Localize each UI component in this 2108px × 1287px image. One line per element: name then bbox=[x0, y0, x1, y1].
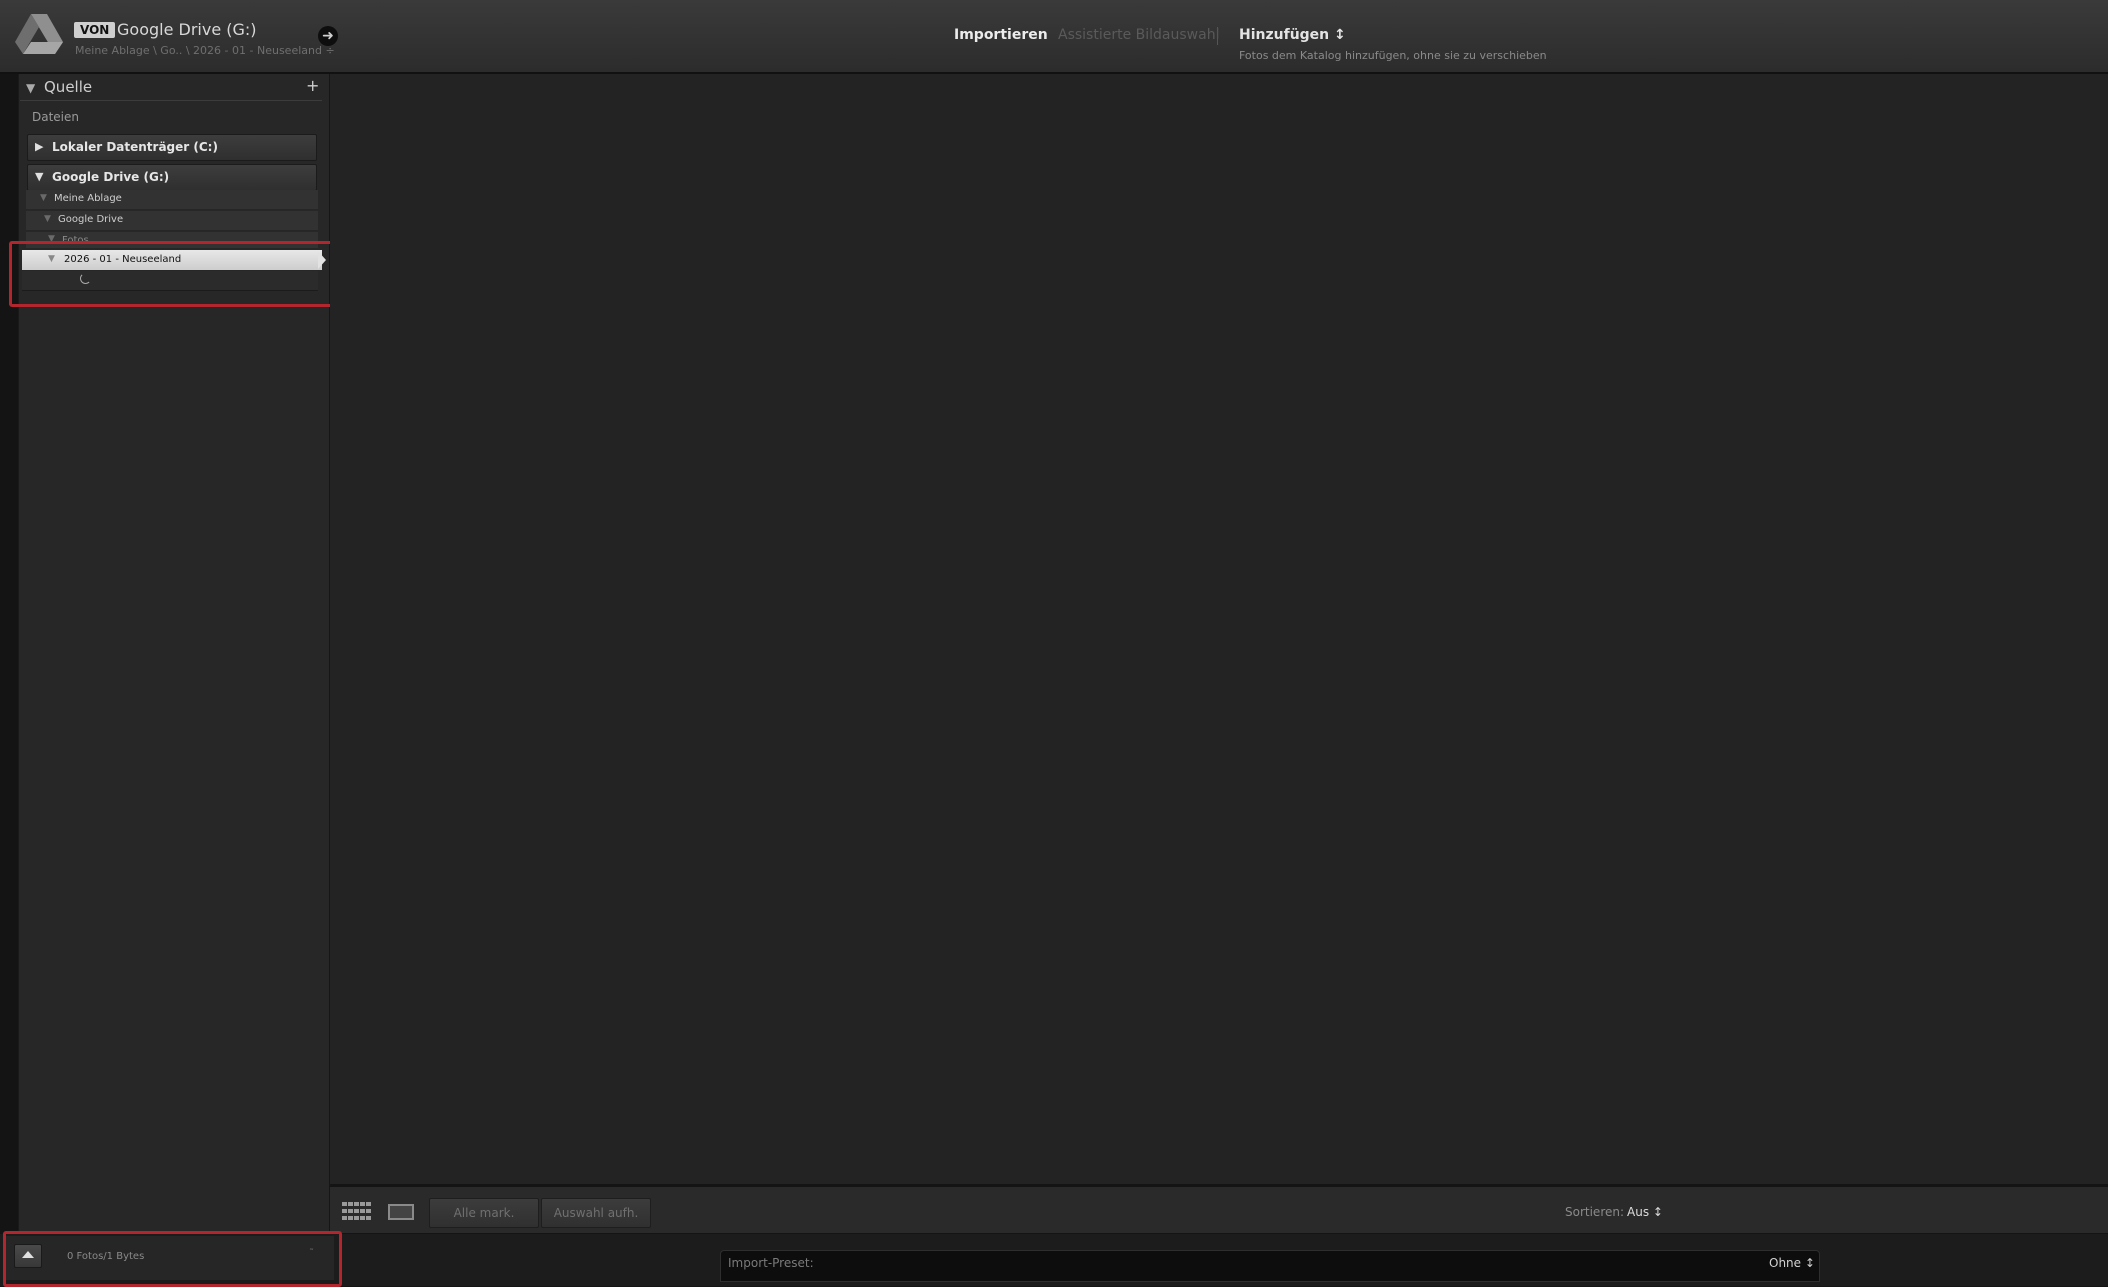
mode-divider bbox=[1217, 27, 1218, 45]
source-path[interactable]: Meine Ablage \ Go.. \ 2026 - 01 - Neusee… bbox=[75, 44, 335, 57]
top-bar bbox=[0, 0, 2108, 74]
divider bbox=[20, 100, 322, 101]
collapse-triangle-icon[interactable]: ▼ bbox=[44, 214, 51, 224]
mode-import[interactable]: Importieren bbox=[954, 27, 1048, 43]
mode-add-subtitle: Fotos dem Katalog hinzufügen, ohne sie z… bbox=[1239, 49, 1547, 62]
sort-dropdown[interactable]: Aus ↕ bbox=[1627, 1205, 1663, 1219]
mode-add-dropdown[interactable]: Hinzufügen ↕ bbox=[1239, 27, 1346, 43]
import-preset-label: Import-Preset: bbox=[728, 1256, 814, 1270]
volume-google-drive[interactable]: ▼ Google Drive (G:) bbox=[27, 164, 317, 191]
grid-view-icon[interactable] bbox=[342, 1202, 372, 1220]
google-drive-icon[interactable] bbox=[14, 12, 64, 56]
from-badge: VON bbox=[74, 22, 116, 38]
import-preset-bar bbox=[720, 1250, 1820, 1282]
volume-local-disk[interactable]: ▶ Lokaler Datenträger (C:) bbox=[27, 134, 317, 161]
arrow-right-icon[interactable]: ➜ bbox=[318, 26, 338, 46]
expand-triangle-icon[interactable]: ▶ bbox=[35, 140, 43, 153]
photo-grid-area[interactable] bbox=[330, 74, 2108, 1184]
deselect-button[interactable]: Auswahl aufh. bbox=[541, 1198, 651, 1228]
mode-assisted-selection[interactable]: Assistierte Bildauswahl bbox=[1058, 27, 1219, 43]
loupe-view-icon[interactable] bbox=[388, 1204, 414, 1220]
files-section-label: Dateien bbox=[32, 110, 80, 124]
folder-google-drive[interactable]: ▼ Google Drive bbox=[26, 211, 318, 231]
source-title[interactable]: Google Drive (G:) bbox=[117, 20, 257, 39]
sort-label: Sortieren: bbox=[1565, 1205, 1625, 1219]
collapse-triangle-icon[interactable]: ▼ bbox=[26, 81, 35, 95]
highlight-box-status bbox=[3, 1231, 342, 1287]
collapse-triangle-icon[interactable]: ▼ bbox=[40, 193, 47, 203]
panel-title[interactable]: Quelle bbox=[44, 78, 92, 96]
folder-label: Google Drive bbox=[58, 214, 124, 225]
collapse-triangle-icon[interactable]: ▼ bbox=[35, 170, 43, 183]
folder-meine-ablage[interactable]: ▼ Meine Ablage bbox=[26, 190, 318, 210]
select-all-button[interactable]: Alle mark. bbox=[429, 1198, 539, 1228]
folder-label: Meine Ablage bbox=[54, 193, 122, 204]
volume-label: Lokaler Datenträger (C:) bbox=[52, 140, 218, 154]
plus-icon[interactable]: + bbox=[306, 76, 319, 95]
import-preset-dropdown[interactable]: Ohne ↕ bbox=[1769, 1256, 1815, 1270]
highlight-box-folder bbox=[9, 241, 338, 307]
volume-label: Google Drive (G:) bbox=[52, 170, 170, 184]
